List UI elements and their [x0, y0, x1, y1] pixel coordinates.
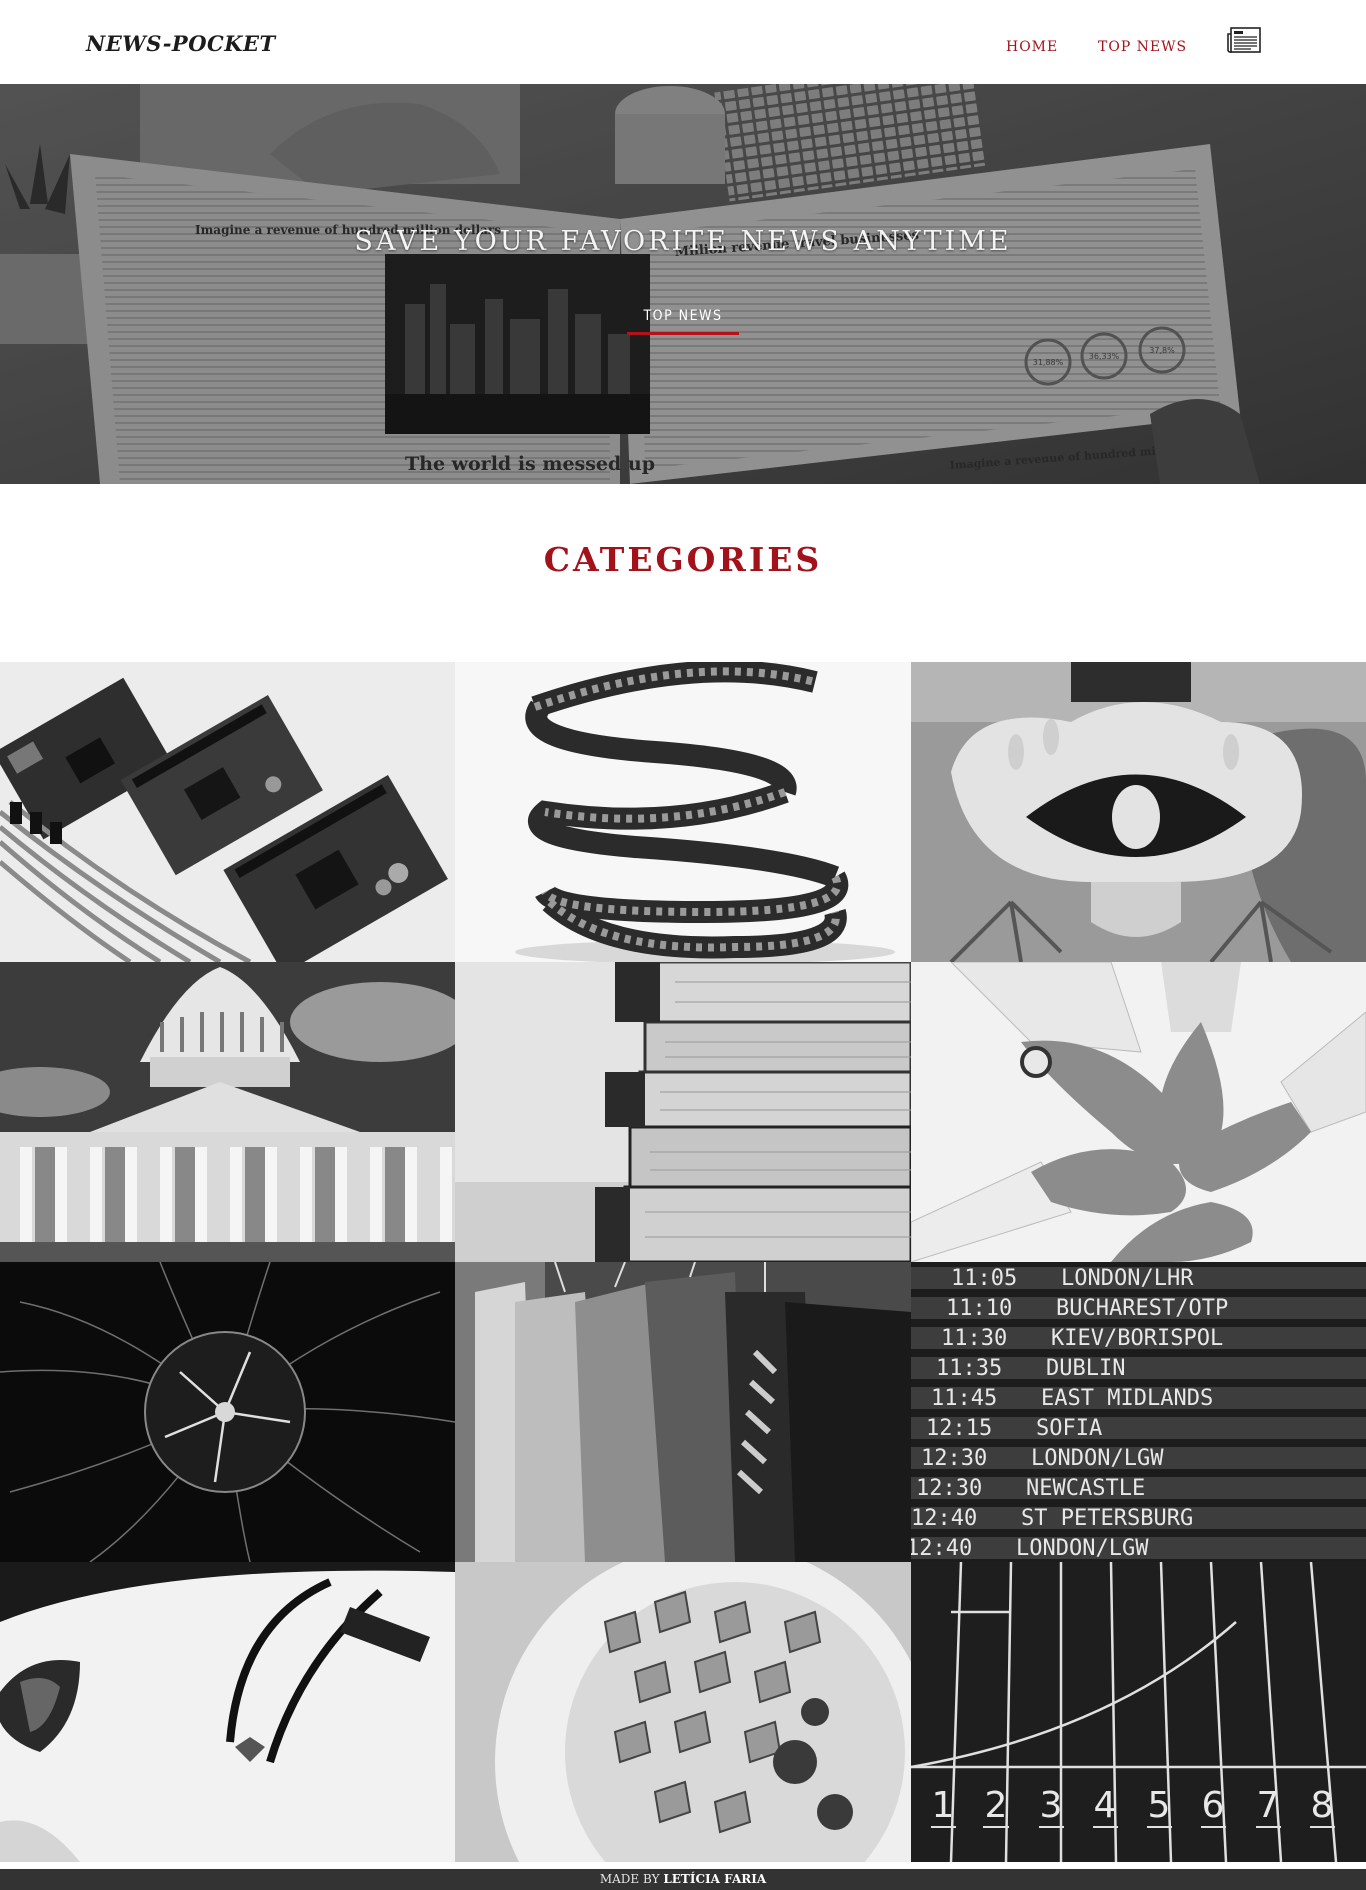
category-tile-books[interactable]	[455, 962, 911, 1262]
footer-prefix: MADE BY	[599, 1872, 660, 1886]
electronics-boards-image	[0, 662, 455, 962]
lane-number-7: 7	[1257, 1785, 1280, 1826]
hero-banner: Imagine a revenue of hundred million dol…	[0, 84, 1366, 484]
departure-time-10: 12:40	[911, 1536, 972, 1561]
lane-number-1: 1	[932, 1785, 955, 1826]
nav-home-link[interactable]: HOME	[1006, 39, 1058, 55]
departure-time-5: 11:45	[931, 1386, 997, 1411]
running-track-image: 1 2 3 4 5 6 7 8	[911, 1562, 1366, 1862]
departure-time-3: 11:30	[941, 1326, 1007, 1351]
category-tile-food[interactable]	[455, 1562, 911, 1862]
newspaper-icon[interactable]	[1226, 26, 1262, 54]
departure-dest-3: KIEV/BORISPOL	[1051, 1326, 1223, 1351]
departure-time-7: 12:30	[921, 1446, 987, 1471]
clothes-rack-image	[455, 1262, 911, 1562]
capitol-building-image	[0, 962, 455, 1262]
sports-car-image	[0, 1562, 455, 1862]
categories-heading: CATEGORIES	[543, 540, 823, 579]
departure-dest-7: LONDON/LGW	[1031, 1446, 1164, 1471]
departure-dest-2: BUCHAREST/OTP	[1056, 1296, 1228, 1321]
category-tile-electronics[interactable]	[0, 662, 455, 962]
category-tile-politics[interactable]	[0, 962, 455, 1262]
lane-number-3: 3	[1040, 1785, 1063, 1826]
category-tile-science[interactable]	[0, 1262, 455, 1562]
category-tile-fashion[interactable]	[455, 1262, 911, 1562]
site-footer: MADE BY LETÍCIA FARIA	[0, 1869, 1366, 1890]
categories-grid: 11:05 LONDON/LHR 11:10 BUCHAREST/OTP 11:…	[0, 662, 1366, 1862]
eye-artwork-image	[911, 662, 1366, 962]
newspaper-background-image: Imagine a revenue of hundred million dol…	[0, 84, 1366, 484]
departure-dest-1: LONDON/LHR	[1061, 1266, 1194, 1291]
category-tile-movies[interactable]	[455, 662, 911, 962]
lane-number-6: 6	[1202, 1785, 1225, 1826]
departure-dest-5: EAST MIDLANDS	[1041, 1386, 1213, 1411]
hero-title: SAVE YOUR FAVORITE NEWS ANYTIME	[354, 226, 1012, 257]
brand-logo[interactable]: NEWS-POCKET	[86, 31, 276, 56]
pasta-plate-image	[455, 1562, 911, 1862]
nav-top-news-link[interactable]: TOP NEWS	[1098, 39, 1187, 55]
film-reel-image	[455, 662, 911, 962]
category-tile-community[interactable]	[911, 962, 1366, 1262]
team-hands-image	[911, 962, 1366, 1262]
lane-number-8: 8	[1311, 1785, 1334, 1826]
stacked-books-image	[455, 962, 911, 1262]
departure-dest-8: NEWCASTLE	[1026, 1476, 1145, 1501]
departure-time-9: 12:40	[911, 1506, 977, 1531]
departure-dest-10: LONDON/LGW	[1016, 1536, 1149, 1561]
site-header: NEWS-POCKET HOME TOP NEWS	[0, 0, 1366, 84]
departure-dest-6: SOFIA	[1036, 1416, 1102, 1441]
departure-time-8: 12:30	[916, 1476, 982, 1501]
lane-number-2: 2	[985, 1785, 1008, 1826]
departure-dest-9: ST PETERSBURG	[1021, 1506, 1193, 1531]
departures-board-image: 11:05 LONDON/LHR 11:10 BUCHAREST/OTP 11:…	[911, 1262, 1366, 1562]
departure-time-1: 11:05	[951, 1266, 1017, 1291]
footer-author: LETÍCIA FARIA	[663, 1872, 767, 1886]
hero-top-news-link[interactable]: TOP NEWS	[627, 308, 739, 335]
lane-number-5: 5	[1148, 1785, 1171, 1826]
departure-time-6: 12:15	[926, 1416, 992, 1441]
category-tile-cars[interactable]	[0, 1562, 455, 1862]
departure-dest-4: DUBLIN	[1046, 1356, 1125, 1381]
lane-number-4: 4	[1094, 1785, 1117, 1826]
category-tile-travel[interactable]: 11:05 LONDON/LHR 11:10 BUCHAREST/OTP 11:…	[911, 1262, 1366, 1562]
plasma-ball-image	[0, 1262, 455, 1562]
category-tile-sports[interactable]: 1 2 3 4 5 6 7 8	[911, 1562, 1366, 1862]
departure-time-4: 11:35	[936, 1356, 1002, 1381]
departure-time-2: 11:10	[946, 1296, 1012, 1321]
category-tile-art[interactable]	[911, 662, 1366, 962]
